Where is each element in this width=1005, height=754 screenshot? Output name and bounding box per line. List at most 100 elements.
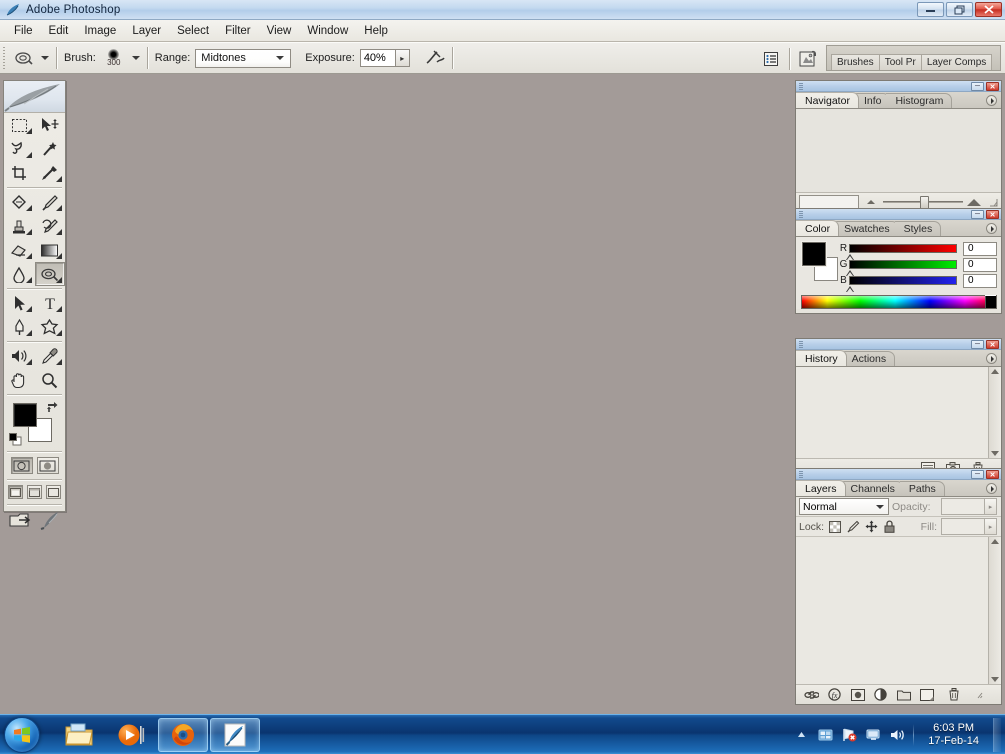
- history-grip[interactable]: [799, 341, 803, 348]
- history-minimize-button[interactable]: ─: [971, 340, 984, 349]
- crop-tool[interactable]: [4, 161, 35, 185]
- layers-scrollbar[interactable]: [988, 537, 1001, 684]
- notes-flyout-triangle[interactable]: [25, 359, 32, 365]
- b-slider-track[interactable]: [846, 276, 957, 292]
- restore-button[interactable]: [946, 2, 973, 17]
- go-to-bridge-icon[interactable]: [797, 47, 819, 71]
- blur-flyout-triangle[interactable]: [25, 277, 32, 283]
- notes-tool[interactable]: [4, 344, 35, 368]
- slice-tool[interactable]: [35, 161, 66, 185]
- range-select[interactable]: Midtones: [195, 48, 292, 68]
- blur-tool[interactable]: [4, 262, 35, 286]
- shape-flyout-triangle[interactable]: [56, 330, 62, 336]
- navigator-zoom-input[interactable]: [799, 195, 859, 209]
- layers-resize-grip[interactable]: [974, 690, 983, 699]
- gradient-flyout-triangle[interactable]: [56, 253, 62, 259]
- eraser-tool[interactable]: [4, 238, 35, 262]
- color-foreground-swatch[interactable]: [802, 242, 826, 266]
- g-value-input[interactable]: 0: [963, 257, 997, 272]
- chevron-up-icon[interactable]: [793, 727, 809, 743]
- default-colors-icon[interactable]: [9, 433, 22, 446]
- fill-stepper[interactable]: ▸: [985, 518, 997, 535]
- b-slider-marker[interactable]: [846, 286, 854, 292]
- menu-select[interactable]: Select: [169, 23, 217, 39]
- lock-image-pixels-button[interactable]: [846, 520, 860, 534]
- layers-grip[interactable]: [799, 471, 803, 478]
- type-flyout-triangle[interactable]: [56, 306, 62, 312]
- standard-mask-mode[interactable]: [10, 457, 33, 474]
- marquee-tool[interactable]: [4, 113, 35, 137]
- scroll-up-icon[interactable]: [991, 369, 999, 374]
- history-brush-flyout-triangle[interactable]: [56, 229, 62, 235]
- windows-start-orb[interactable]: [4, 716, 40, 753]
- exposure-stepper[interactable]: ▸: [395, 49, 410, 67]
- layers-minimize-button[interactable]: ─: [971, 470, 984, 479]
- zoom-out-icon[interactable]: [867, 200, 875, 204]
- full-screen-menubar-mode[interactable]: [27, 485, 42, 499]
- menu-image[interactable]: Image: [76, 23, 124, 39]
- navigator-palette-menu-icon[interactable]: [986, 95, 997, 106]
- history-titlebar[interactable]: ─ ✕: [796, 339, 1001, 350]
- menu-layer[interactable]: Layer: [124, 23, 169, 39]
- layers-scroll-down-icon[interactable]: [991, 677, 999, 682]
- menu-help[interactable]: Help: [356, 23, 396, 39]
- new-group-button[interactable]: [896, 688, 911, 702]
- zoom-tool[interactable]: [35, 368, 66, 392]
- history-state-list[interactable]: [796, 367, 1001, 459]
- exposure-input[interactable]: 40%: [359, 49, 396, 67]
- navigator-close-button[interactable]: ✕: [986, 82, 999, 91]
- dodge-tool[interactable]: [34, 262, 65, 286]
- brush-tool[interactable]: [35, 190, 66, 214]
- menu-filter[interactable]: Filter: [217, 23, 259, 39]
- full-screen-mode[interactable]: [46, 485, 61, 499]
- quick-mask-mode[interactable]: [36, 457, 59, 474]
- b-value-input[interactable]: 0: [963, 273, 997, 288]
- layers-scroll-up-icon[interactable]: [991, 539, 999, 544]
- lasso-tool[interactable]: [4, 137, 35, 161]
- tool-preset-picker[interactable]: [12, 47, 36, 69]
- opacity-stepper[interactable]: ▸: [985, 498, 997, 515]
- tab-channels[interactable]: Channels: [841, 481, 904, 496]
- navigator-titlebar[interactable]: ─ ✕: [796, 81, 1001, 92]
- menu-file[interactable]: File: [6, 23, 41, 39]
- layers-palette-menu-icon[interactable]: [986, 483, 997, 494]
- tab-navigator[interactable]: Navigator: [796, 92, 859, 108]
- well-tab-tool-presets[interactable]: Tool Pr: [878, 54, 922, 70]
- menu-window[interactable]: Window: [299, 23, 356, 39]
- layer-mask-button[interactable]: [850, 688, 865, 702]
- action-center-icon[interactable]: [817, 727, 833, 743]
- options-bar-gripper[interactable]: [2, 45, 9, 71]
- navigator-zoom-slider[interactable]: [863, 195, 985, 209]
- navigator-minimize-button[interactable]: ─: [971, 82, 984, 91]
- well-tab-brushes[interactable]: Brushes: [831, 54, 880, 70]
- taskbar-clock[interactable]: 6:03 PM 17-Feb-14: [922, 722, 985, 748]
- color-close-button[interactable]: ✕: [986, 210, 999, 219]
- lock-transparent-pixels-button[interactable]: [828, 520, 842, 534]
- eraser-flyout-triangle[interactable]: [25, 253, 32, 259]
- show-desktop-button[interactable]: [993, 717, 1001, 752]
- close-button[interactable]: [975, 2, 1002, 17]
- g-slider-track[interactable]: [846, 260, 957, 276]
- network-error-icon[interactable]: [841, 727, 857, 743]
- dodge-flyout-triangle[interactable]: [56, 277, 62, 283]
- imageready-icon[interactable]: [39, 510, 61, 530]
- airbrush-icon[interactable]: [422, 46, 448, 70]
- scroll-down-icon[interactable]: [991, 451, 999, 456]
- healing-brush-tool[interactable]: [4, 190, 35, 214]
- layers-close-button[interactable]: ✕: [986, 470, 999, 479]
- tab-layers[interactable]: Layers: [796, 480, 846, 496]
- adjustment-layer-button[interactable]: [873, 688, 888, 702]
- palette-list-icon[interactable]: [760, 47, 782, 71]
- pen-flyout-triangle[interactable]: [25, 330, 32, 336]
- path-selection-tool[interactable]: [4, 291, 35, 315]
- custom-shape-tool[interactable]: [35, 315, 66, 339]
- taskbar-mozilla-firefox[interactable]: [158, 717, 208, 752]
- swap-colors-icon[interactable]: [46, 400, 59, 413]
- opacity-input[interactable]: [941, 498, 985, 515]
- history-scrollbar[interactable]: [988, 367, 1001, 458]
- taskbar-windows-media-player[interactable]: [106, 718, 156, 752]
- taskbar-windows-explorer[interactable]: [54, 718, 104, 752]
- path-selection-flyout-triangle[interactable]: [25, 306, 32, 312]
- tab-paths[interactable]: Paths: [899, 481, 945, 496]
- color-minimize-button[interactable]: ─: [971, 210, 984, 219]
